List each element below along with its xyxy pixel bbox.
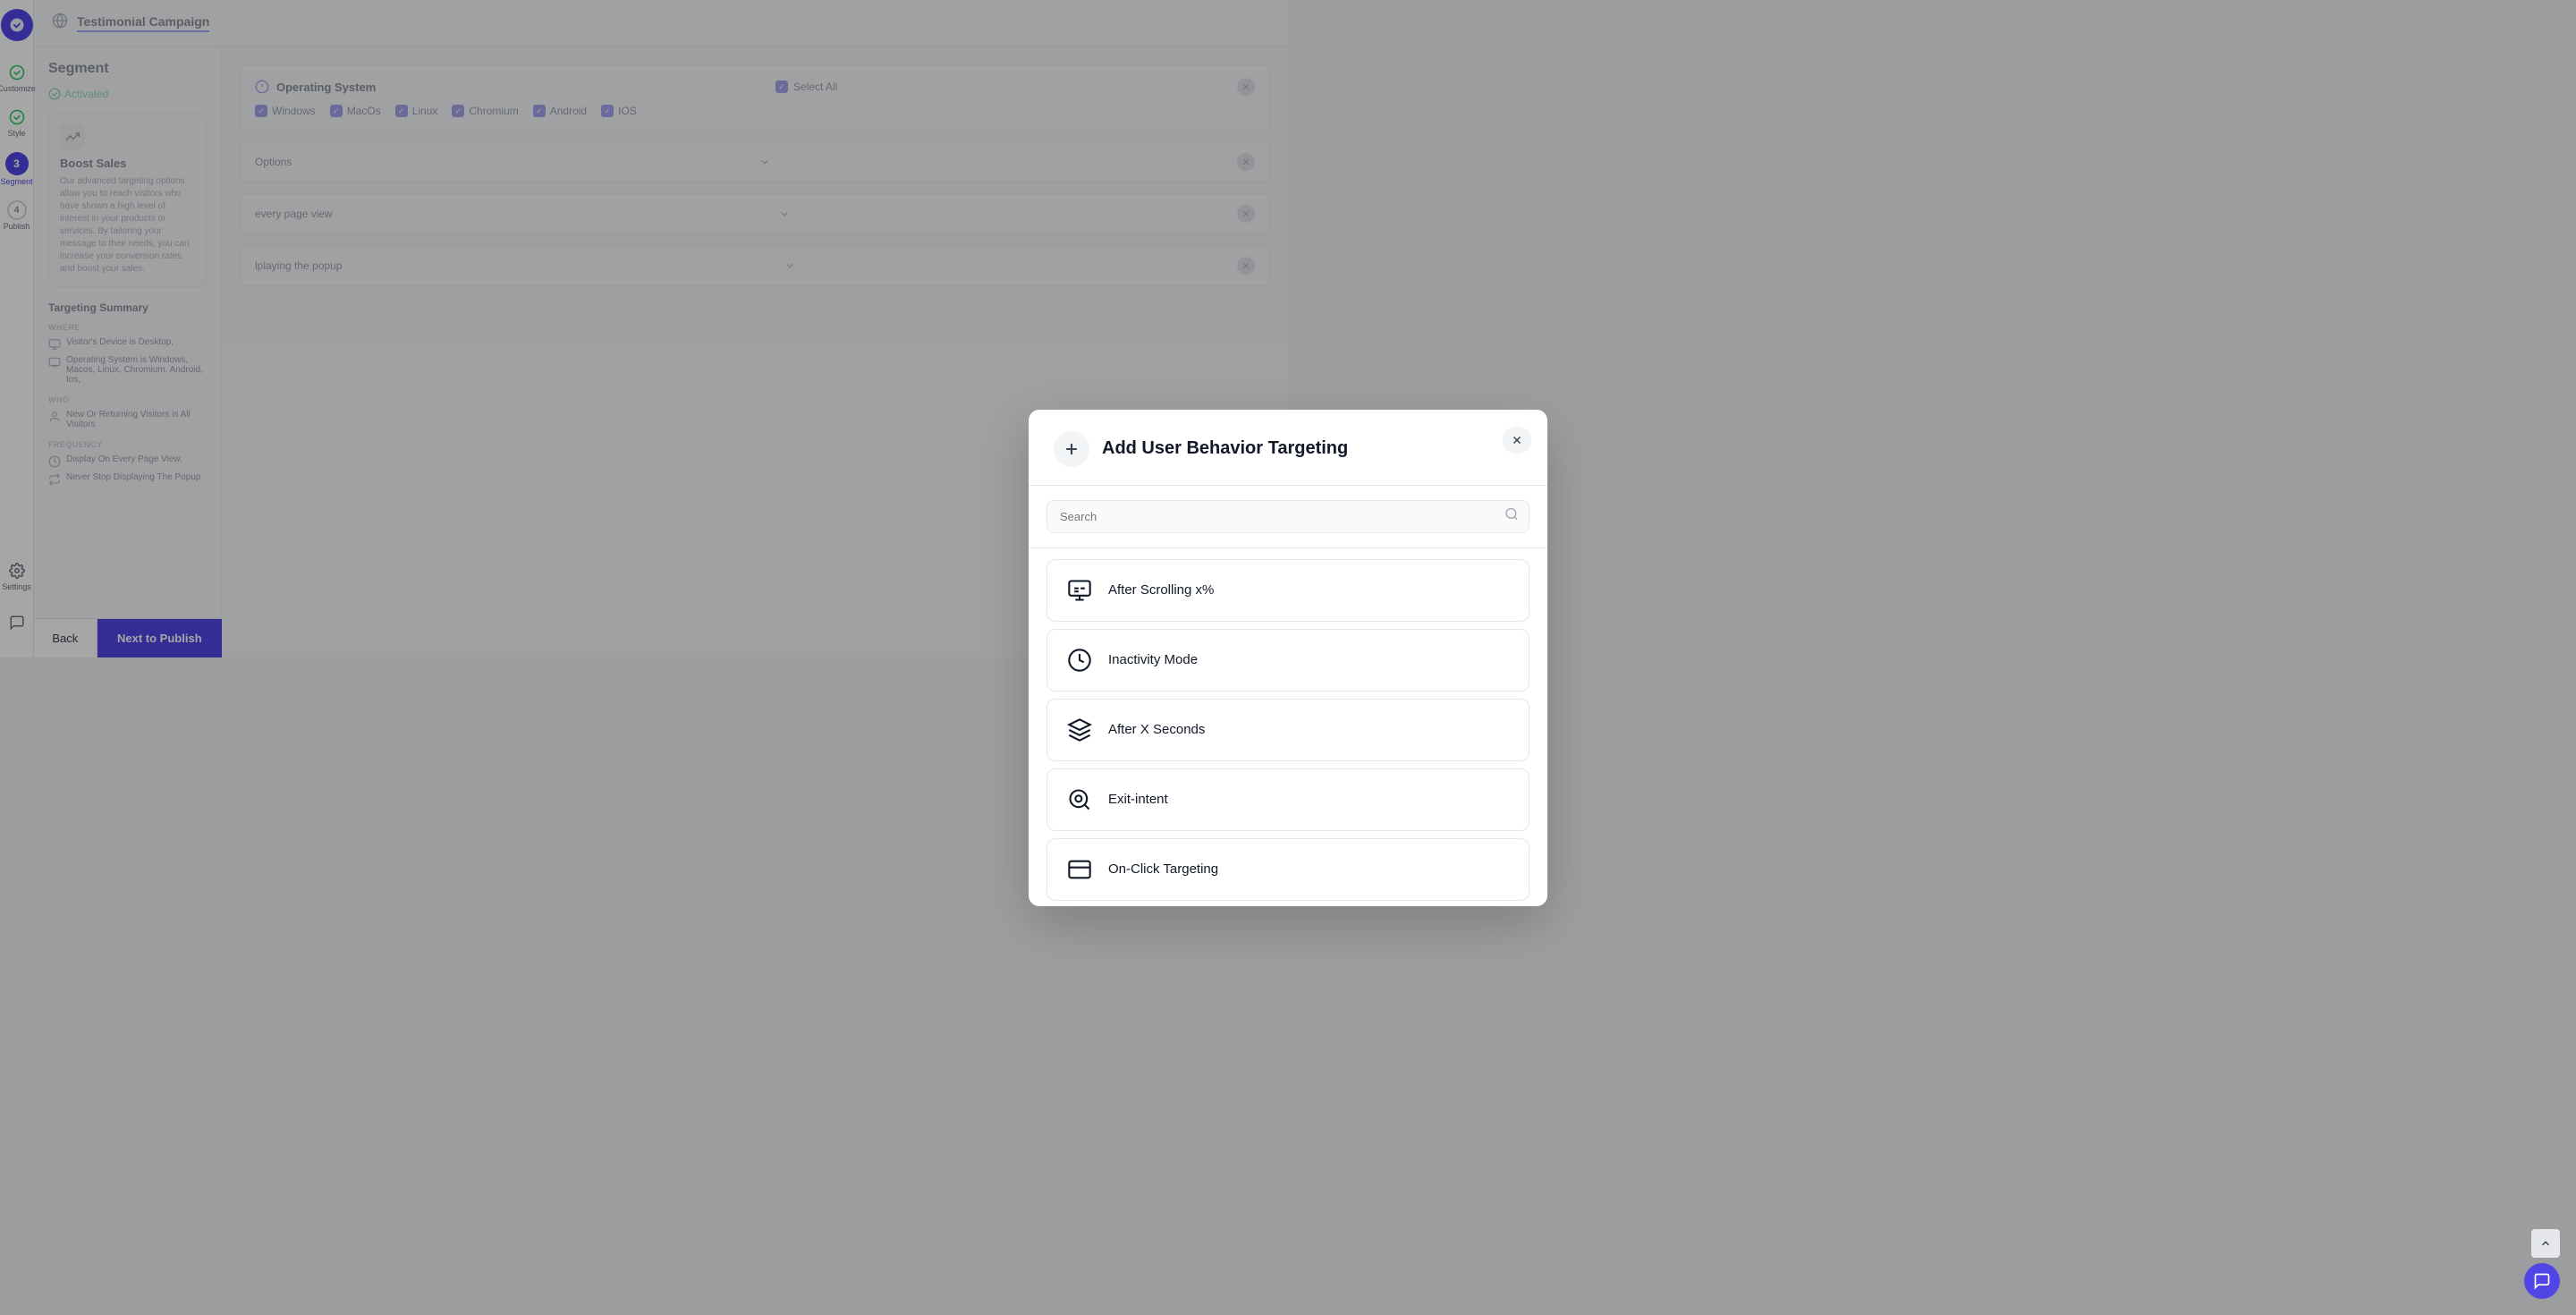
modal-item-label-scrolling: After Scrolling x% — [1108, 582, 1214, 598]
scroll-top-button[interactable] — [2531, 1229, 2560, 1258]
modal-item-label-inactivity: Inactivity Mode — [1108, 652, 1198, 667]
modal-title: Add User Behavior Targeting — [1102, 438, 1348, 459]
modal: Add User Behavior Targeting — [1029, 410, 1547, 906]
clock-icon-modal — [1063, 644, 1096, 676]
modal-close-button[interactable] — [1503, 426, 1531, 454]
chat-button[interactable] — [2524, 1263, 2560, 1299]
modal-item-on-click[interactable]: On-Click Targeting — [1046, 838, 1530, 901]
search-icon — [1504, 507, 1519, 526]
modal-item-exit-intent[interactable]: Exit-intent — [1046, 768, 1530, 831]
modal-item-label-click: On-Click Targeting — [1108, 861, 1218, 877]
chat-bubble-icon — [2533, 1272, 2551, 1290]
modal-item-label-exit: Exit-intent — [1108, 792, 1168, 807]
timer-icon — [1063, 714, 1096, 746]
search-input[interactable] — [1046, 500, 1530, 533]
modal-item-inactivity-mode[interactable]: Inactivity Mode — [1046, 629, 1530, 691]
plus-icon — [1054, 431, 1089, 467]
chevron-up-icon — [2539, 1237, 2552, 1250]
modal-overlay: Add User Behavior Targeting — [0, 0, 2576, 1315]
close-icon — [1511, 434, 1523, 446]
modal-search-wrap — [1029, 486, 1547, 548]
modal-item-label-x-seconds: After X Seconds — [1108, 722, 1205, 737]
modal-header: Add User Behavior Targeting — [1029, 410, 1547, 486]
exit-icon — [1063, 784, 1096, 816]
modal-item-after-scrolling[interactable]: After Scrolling x% — [1046, 559, 1530, 622]
modal-list: After Scrolling x% Inactivity Mode — [1029, 548, 1547, 906]
scroll-icon — [1063, 574, 1096, 607]
modal-item-after-x-seconds[interactable]: After X Seconds — [1046, 699, 1530, 761]
search-input-wrap — [1046, 500, 1530, 533]
click-icon — [1063, 853, 1096, 886]
